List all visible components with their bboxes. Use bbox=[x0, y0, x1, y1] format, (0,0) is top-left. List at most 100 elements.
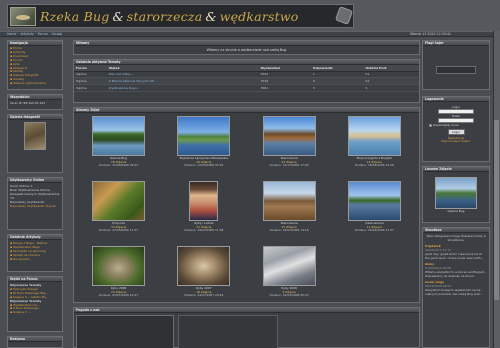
album-thumbnail[interactable] bbox=[262, 181, 316, 221]
latest-articles-panel: Ostatnie Artykuły Karpie z Bugu - Natura… bbox=[7, 234, 63, 272]
album-thumbnail[interactable] bbox=[92, 246, 146, 286]
title-amp-2: & bbox=[205, 9, 217, 24]
album-date: Dodano: 22/01/2006 17:47 bbox=[354, 228, 394, 232]
panel-title: Flagi Sajer bbox=[423, 41, 489, 46]
album-item[interactable]: Starorzecza 24 Zdjęcia Dodano: 21/11/200… bbox=[247, 116, 332, 179]
album-item[interactable]: Przyroda 33 Zdjęcia Dodano: 27/05/2006 1… bbox=[76, 181, 161, 244]
forum-cell: Ogólne bbox=[74, 77, 107, 86]
table-row: Ogólne Z Bzonie Kalonow Stycyem Mi... 79… bbox=[74, 77, 419, 86]
album-date: Dodano: 18/01/2006 14:16 bbox=[269, 228, 309, 232]
remember-me-row[interactable]: Zapamiętaj mnie bbox=[423, 123, 489, 128]
replies-cell: 1 bbox=[310, 71, 364, 79]
topnav-search[interactable]: Szukaj bbox=[52, 32, 62, 36]
site-banner[interactable]: Rzeka Bug & starorzecza & wędkarstwo bbox=[7, 4, 354, 28]
topnav-articles[interactable]: Artykuły bbox=[20, 32, 33, 36]
album-item[interactable]: Ryby 2006 24 Zdjęcia Dodano: 04/07/2006 … bbox=[76, 246, 161, 309]
forum-cell: Ogólne bbox=[74, 84, 107, 92]
navigation-panel: Nawigacja Home Artykuły Download Forum L… bbox=[7, 40, 63, 90]
last-post-cell[interactable]: 0 bbox=[363, 84, 419, 92]
album-date: Dodano: 12/05/2006 05:25 bbox=[184, 163, 224, 167]
album-thumbnail[interactable] bbox=[262, 246, 316, 286]
replies-cell: 0 bbox=[310, 77, 364, 86]
flags-widget[interactable] bbox=[436, 66, 476, 74]
password-label: Hasło bbox=[451, 114, 461, 118]
shout-message: good day, great work! I learned a lot of… bbox=[425, 252, 484, 260]
table-row: Ogólne Wędkowanie Bugu... 7961 3 0 bbox=[74, 84, 419, 92]
album-thumbnail[interactable] bbox=[177, 246, 231, 286]
lure-icon bbox=[334, 6, 354, 25]
shout-item: trigdatek 02/24/2015 14:17 good day, gre… bbox=[425, 245, 487, 260]
ads-panel: Reklama bbox=[7, 336, 63, 348]
album-date: Dodano: 21/11/2005 17:03 bbox=[269, 163, 309, 167]
shout-item: konik_bugu 06/23/2009 04:02 Wszystkim ko… bbox=[425, 281, 487, 296]
visitor-ip: Teraz IP: 88.200.83.167 bbox=[10, 101, 46, 105]
album-item[interactable]: Ryby 2007 16 Zdjęcia Dodano: 24/07/2007 … bbox=[161, 246, 246, 309]
current-datetime: Wtorek 15 2024 12:34:41 bbox=[410, 31, 451, 36]
album-date: Dodano: 19/02/2006 11:58 bbox=[184, 228, 224, 232]
album-date: Dodano: 24/07/2007 20:49 bbox=[184, 293, 224, 297]
site-title: Rzeka Bug & starorzecza & wędkarstwo bbox=[40, 9, 298, 24]
login-button[interactable]: Login bbox=[447, 129, 465, 135]
replies-cell: 3 bbox=[310, 84, 364, 92]
random-photo[interactable] bbox=[435, 177, 477, 209]
flags-panel: Flagi Sajer bbox=[422, 40, 490, 90]
remember-me-checkbox[interactable] bbox=[429, 123, 432, 127]
visitors-panel: Wszystkich Teraz IP: 88.200.83.167 bbox=[7, 94, 63, 110]
nav-item-custom[interactable]: Własna ogólnościetna bbox=[10, 81, 60, 86]
album-date: Dodano: 04/07/2006 14:47 bbox=[99, 293, 139, 297]
album-thumbnail[interactable] bbox=[177, 116, 231, 156]
last-post-cell[interactable]: 01 bbox=[363, 71, 419, 79]
album-item[interactable]: Pojezierze Łęczyńsko-Włodawskie 20 Zdjęc… bbox=[161, 116, 246, 179]
online-users-panel: Użytkownicy Online Gości Online: 1 Brak … bbox=[7, 177, 63, 230]
album-thumbnail[interactable] bbox=[92, 181, 146, 221]
title-part-1: Rzeka Bug bbox=[40, 9, 110, 24]
topnav-home[interactable]: Home bbox=[7, 32, 16, 36]
weather-widget-secondary bbox=[178, 315, 278, 348]
lost-password-link[interactable]: Zapomniane hasło? bbox=[423, 139, 489, 144]
album-date: Dodano: 01/03/2008 05:23 bbox=[269, 293, 309, 297]
album-item[interactable]: Ryby i Ludzie 31 Zdjęcia Dodano: 19/02/2… bbox=[161, 181, 246, 244]
panel-title: Pogoda z nad bbox=[74, 308, 419, 313]
gallery-thumbnail[interactable] bbox=[24, 122, 46, 150]
album-thumbnail[interactable] bbox=[347, 181, 401, 221]
shoutbox-panel: Shoutbox Tylko zalogowani mogą dodawać p… bbox=[422, 227, 490, 348]
shout-message: Wszystkim kolegom wędkarzom życzę udanyc… bbox=[425, 288, 483, 296]
thread-link[interactable]: Z Bzonie Kalonow Stycyem Mi... bbox=[106, 77, 259, 86]
album-thumbnail[interactable] bbox=[347, 116, 401, 156]
views-cell: 7961 bbox=[258, 84, 311, 92]
top-navigation: Home · Artykuły · Forum · Szukaj bbox=[7, 31, 63, 36]
table-row: Ogólne Ziłe nad rzeką ... 9703 1 01 bbox=[74, 71, 419, 79]
shout-message: Witamy wszystkich na zlocie nad Bugiem. … bbox=[425, 270, 486, 278]
forum-thread-link[interactable]: Kolejne 3 ... bbox=[10, 310, 60, 315]
newest-user-link[interactable]: Najnowszy Użytkownik: Hylvec bbox=[10, 204, 60, 209]
forum-threads-panel: Wątki na Forum Najnowsze Tematy Tylko Ja… bbox=[7, 276, 63, 332]
scrollbar-thumb[interactable] bbox=[494, 120, 499, 300]
title-part-3: wędkarstwo bbox=[219, 9, 299, 24]
shout-item: blaky 03/20/2010 09:08 Witamy wszystkich… bbox=[425, 263, 487, 278]
views-cell: 9703 bbox=[258, 71, 311, 79]
panel-title: Losowe Zdjęcie bbox=[423, 167, 489, 172]
topnav-forum[interactable]: Forum bbox=[38, 32, 48, 36]
welcome-text: Witamy na stronie o wędkarstwie nad rzek… bbox=[206, 48, 287, 52]
article-link[interactable]: Na sposób... bbox=[10, 257, 60, 262]
title-part-2: starorzecza bbox=[126, 9, 203, 24]
album-thumbnail[interactable] bbox=[262, 116, 316, 156]
album-date: Dodano: 27/05/2006 11:47 bbox=[99, 228, 139, 232]
album-item[interactable]: Moja przygoda z Bugiem 14 Zdjęcia Dodano… bbox=[332, 116, 417, 179]
welcome-panel: Witamy Witamy na stronie o wędkarstwie n… bbox=[73, 40, 420, 55]
album-item[interactable]: Cisza wiosna 11 Zdjęcia Dodano: 22/01/20… bbox=[332, 181, 417, 244]
thread-link[interactable]: Wędkowanie Bugu... bbox=[106, 84, 259, 92]
title-amp-1: & bbox=[112, 9, 124, 24]
random-photo-panel: Losowe Zdjęcie Galeria Bug bbox=[422, 166, 490, 223]
fish-logo-icon bbox=[10, 7, 36, 26]
album-item[interactable]: Starorzecza 27 Zdjęcia Dodano: 18/01/200… bbox=[247, 181, 332, 244]
random-photo-caption[interactable]: Galeria Bug bbox=[423, 209, 489, 214]
thread-link[interactable]: Ziłe nad rzeką ... bbox=[106, 71, 259, 79]
last-post-cell[interactable]: 01 bbox=[363, 77, 419, 86]
login-panel: Logowanie Login Hasło Zapamiętaj mnie Lo… bbox=[422, 96, 490, 162]
album-thumbnail[interactable] bbox=[189, 181, 219, 221]
forum-cell: Ogólne bbox=[74, 71, 107, 79]
album-thumbnail[interactable] bbox=[92, 116, 146, 156]
album-item[interactable]: Galeria Bug 18 Zdjęcia Dodano: 21/04/200… bbox=[76, 116, 161, 179]
album-item[interactable]: Ryby 2008 9 Zdjęcia Dodano: 01/03/2008 0… bbox=[247, 246, 332, 309]
